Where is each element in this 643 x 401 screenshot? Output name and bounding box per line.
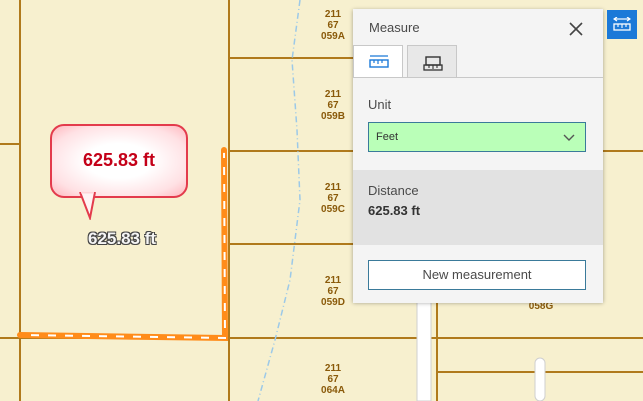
unit-label: Unit — [368, 97, 392, 112]
distance-label: Distance — [368, 183, 419, 198]
callout-distance-text: 625.83 ft — [82, 150, 156, 170]
unit-selected-value: Feet — [376, 131, 399, 143]
chevron-down-icon — [563, 134, 575, 141]
panel-header: Measure — [353, 9, 603, 45]
distance-value: 625.83 ft — [368, 203, 421, 218]
parcel-label-059d: 211 67 059D — [321, 275, 345, 308]
tab-distance[interactable] — [353, 45, 403, 78]
distance-callout: 625.83 ft — [50, 124, 188, 198]
stream — [257, 0, 301, 401]
measure-toggle-button[interactable] — [607, 10, 637, 39]
callout-tail — [79, 192, 96, 220]
measure-panel: Measure Unit Feet Distance 625.83 ft New… — [353, 9, 603, 303]
result-box: Distance 625.83 ft — [353, 170, 603, 245]
parcel-label-059c: 211 67 059C — [321, 182, 345, 215]
ruler-area-icon — [423, 56, 443, 71]
close-icon — [569, 22, 583, 36]
close-button[interactable] — [565, 18, 587, 40]
map-distance-label: 625.83 ft — [88, 229, 157, 248]
parcel-label-059b: 211 67 059B — [321, 89, 345, 122]
panel-body: Unit Feet Distance 625.83 ft New measure… — [353, 77, 603, 303]
tab-area[interactable] — [407, 45, 457, 77]
panel-title: Measure — [369, 20, 420, 35]
parcel-label-064a: 211 67 064A — [321, 363, 345, 396]
unit-select[interactable]: Feet — [368, 122, 586, 152]
measure-ruler-icon — [613, 17, 631, 31]
new-measurement-button[interactable]: New measurement — [368, 260, 586, 290]
ruler-distance-icon — [369, 55, 389, 68]
parcel-label-059a: 211 67 059A — [321, 9, 345, 42]
